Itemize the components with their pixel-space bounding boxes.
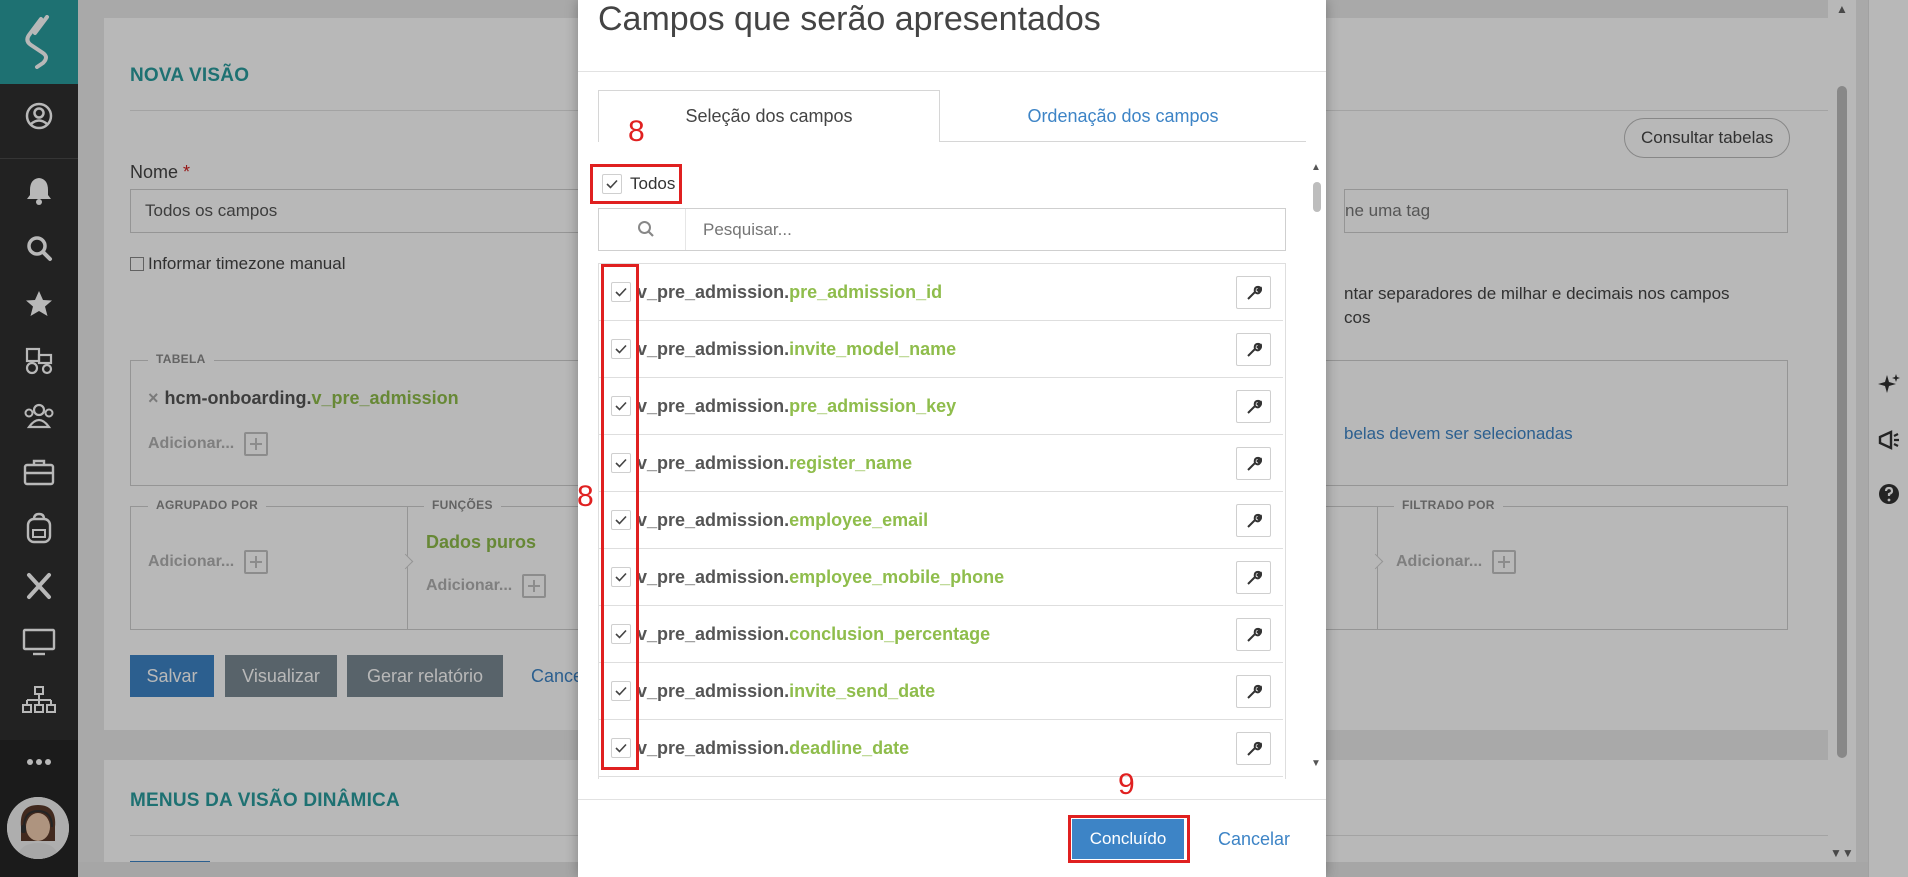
annotation-step-9: 9 (1118, 768, 1135, 801)
field-name: v_pre_admission. invite_send_date (637, 680, 936, 701)
search-input[interactable] (701, 215, 1265, 245)
list-item[interactable]: v_pre_admission. pre_admission_id (599, 264, 1283, 321)
annotation-box-todos (590, 164, 682, 204)
wrench-icon[interactable] (1236, 504, 1271, 537)
search-box (598, 208, 1286, 251)
field-name: v_pre_admission. pre_admission_id (637, 281, 943, 302)
scroll-down-icon[interactable]: ▼ (1311, 758, 1321, 769)
annotation-box-checkboxes (601, 264, 639, 770)
modal-title: Campos que serão apresentados (598, 0, 1101, 38)
list-item[interactable]: v_pre_admission. employee_mobile_phone (599, 549, 1283, 606)
annotation-step-8: 8 (628, 115, 645, 148)
list-item[interactable]: v_pre_admission. invite_send_date (599, 663, 1283, 720)
list-item[interactable]: v_pre_admission. pre_admission_key (599, 378, 1283, 435)
wrench-icon[interactable] (1236, 333, 1271, 366)
field-name: v_pre_admission. invite_model_name (637, 338, 957, 359)
field-name: v_pre_admission. deadline_date (637, 737, 910, 758)
scroll-up-icon[interactable]: ▲ (1311, 162, 1321, 173)
wrench-icon[interactable] (1236, 675, 1271, 708)
list-scroll-thumb[interactable] (1313, 182, 1321, 212)
list-item[interactable]: v_pre_admission. conclusion_percentage (599, 606, 1283, 663)
list-item[interactable]: v_pre_admission. invite_model_name (599, 321, 1283, 378)
wrench-icon[interactable] (1236, 561, 1271, 594)
fields-list: v_pre_admission. pre_admission_id v_pre_a… (598, 263, 1286, 779)
wrench-icon[interactable] (1236, 447, 1271, 480)
tab-ordenacao[interactable]: Ordenação dos campos (940, 90, 1306, 142)
wrench-icon[interactable] (1236, 618, 1271, 651)
tab-selecao[interactable]: Seleção dos campos (598, 90, 940, 142)
field-name: v_pre_admission. employee_mobile_phone (637, 566, 1005, 587)
list-item[interactable]: v_pre_admission. deadline_date (599, 720, 1283, 777)
wrench-icon[interactable] (1236, 732, 1271, 765)
cancelar-button[interactable]: Cancelar (1218, 829, 1290, 850)
list-item[interactable]: v_pre_admission. employee_email (599, 492, 1283, 549)
list-item[interactable]: v_pre_admission. register_name (599, 435, 1283, 492)
field-name: v_pre_admission. conclusion_percentage (637, 623, 991, 644)
field-name: v_pre_admission. register_name (637, 452, 913, 473)
list-scrollbar[interactable]: ▲ ▼ (1310, 162, 1324, 776)
search-icon (637, 220, 655, 243)
wrench-icon[interactable] (1236, 276, 1271, 309)
field-name: v_pre_admission. pre_admission_key (637, 395, 957, 416)
annotation-step-8-side: 8 (577, 480, 594, 513)
annotation-box-concluido (1068, 815, 1190, 863)
wrench-icon[interactable] (1236, 390, 1271, 423)
field-name: v_pre_admission. employee_email (637, 509, 929, 530)
fields-modal: Campos que serão apresentados Seleção do… (578, 0, 1326, 877)
